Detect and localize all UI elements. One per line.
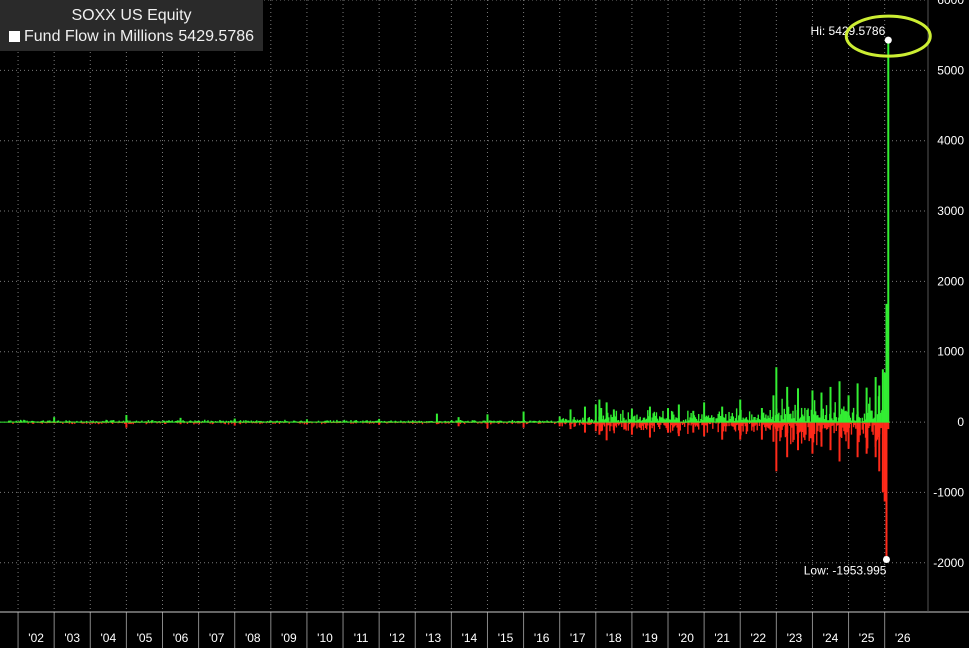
x-tick-label: '07 <box>209 631 225 645</box>
x-tick-label: '26 <box>895 631 911 645</box>
annotation-layer: Hi: 5429.5786Low: -1953.995 <box>804 14 932 578</box>
y-tick-label: 5000 <box>937 63 964 77</box>
x-tick-label: '05 <box>137 631 153 645</box>
fund-flow-chart: -2000 -1000 0 1000 2000 3000 4000 5000 6000 '02 '0… <box>0 0 969 648</box>
low-label: Low: -1953.995 <box>804 564 887 578</box>
x-tick-label: '23 <box>787 631 803 645</box>
y-tick-label: 3000 <box>937 204 964 218</box>
x-tick-label: '06 <box>173 631 189 645</box>
x-tick-label: '04 <box>101 631 117 645</box>
y-tick-label: -1000 <box>933 485 964 499</box>
y-tick-label: -2000 <box>933 556 964 570</box>
y-tick-label: 4000 <box>937 134 964 148</box>
x-tick-label: '22 <box>750 631 766 645</box>
x-tick-label: '16 <box>534 631 550 645</box>
low-marker <box>882 556 890 564</box>
x-tick-label: '13 <box>425 631 441 645</box>
x-tick-label: '19 <box>642 631 658 645</box>
x-tick-label: '18 <box>606 631 622 645</box>
x-tick-label: '24 <box>823 631 839 645</box>
x-tick-label: '09 <box>281 631 297 645</box>
x-tick-label: '08 <box>245 631 261 645</box>
x-tick-label: '25 <box>859 631 875 645</box>
x-tick-label: '15 <box>498 631 514 645</box>
bars-layer <box>0 40 891 560</box>
x-tick-label: '11 <box>354 631 369 645</box>
x-tick-label: '20 <box>678 631 694 645</box>
x-tick-label: '21 <box>714 631 730 645</box>
y-tick-label: 2000 <box>937 274 964 288</box>
x-tick-label: '10 <box>317 631 333 645</box>
legend-box: SOXX US Equity Fund Flow in Millions 542… <box>0 0 264 51</box>
grid-layer <box>0 0 928 612</box>
y-tick-label: 1000 <box>937 345 964 359</box>
high-marker <box>884 36 892 44</box>
chart-root: -2000 -1000 0 1000 2000 3000 4000 5000 6000 '02 '0… <box>0 0 969 648</box>
y-tick-label: 6000 <box>937 0 964 7</box>
legend-series-row: Fund Flow in Millions 5429.5786 <box>9 26 254 47</box>
y-tick-label: 0 <box>957 415 964 429</box>
x-tick-label: '12 <box>389 631 405 645</box>
legend-series-label: Fund Flow in Millions <box>24 28 174 45</box>
x-tick-label: '02 <box>28 631 44 645</box>
x-tick-label: '14 <box>462 631 478 645</box>
x-tick-label: '17 <box>570 631 586 645</box>
x-tick-label: '03 <box>64 631 80 645</box>
legend-swatch <box>9 31 20 42</box>
axis-layer: -2000 -1000 0 1000 2000 3000 4000 5000 6000 '02 '0… <box>0 0 969 648</box>
legend-last-value: 5429.5786 <box>178 28 255 45</box>
legend-title: SOXX US Equity <box>71 7 192 24</box>
